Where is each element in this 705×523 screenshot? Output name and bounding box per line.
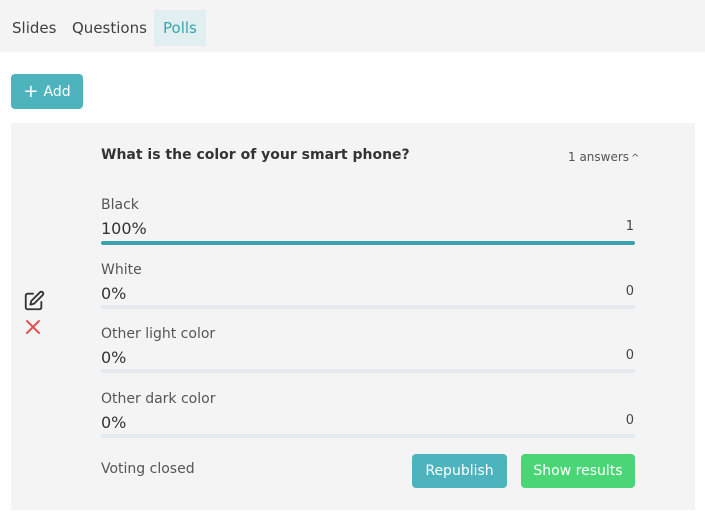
plus-icon: + <box>23 80 39 102</box>
answers-toggle[interactable]: 1 answers ^ <box>568 150 639 164</box>
tab-bar: Slides Questions Polls <box>0 0 705 52</box>
option-bar <box>101 305 635 309</box>
tab-slides[interactable]: Slides <box>12 10 56 46</box>
option-count: 0 <box>625 413 634 428</box>
voting-status: Voting closed <box>101 461 195 477</box>
option-label: Black <box>101 197 139 213</box>
option-percent: 100% <box>101 219 147 238</box>
add-button[interactable]: + Add <box>11 74 83 109</box>
option-percent: 0% <box>101 348 127 367</box>
poll-card <box>11 123 695 510</box>
show-results-button[interactable]: Show results <box>521 454 635 488</box>
tab-polls[interactable]: Polls <box>154 10 206 46</box>
option-count: 0 <box>625 348 634 363</box>
option-percent: 0% <box>101 284 127 303</box>
option-bar <box>101 241 635 245</box>
option-count: 1 <box>625 219 634 234</box>
answers-count: 1 answers <box>568 150 630 164</box>
option-label: White <box>101 262 142 278</box>
option-percent: 0% <box>101 413 127 432</box>
edit-icon[interactable] <box>23 290 45 312</box>
add-button-label: Add <box>43 83 71 100</box>
republish-button[interactable]: Republish <box>412 454 507 488</box>
option-label: Other light color <box>101 326 216 342</box>
close-icon[interactable] <box>25 319 41 335</box>
chevron-up-icon: ^ <box>631 153 640 164</box>
option-label: Other dark color <box>101 391 216 407</box>
option-bar <box>101 434 635 438</box>
poll-question: What is the color of your smart phone? <box>101 147 410 163</box>
option-count: 0 <box>625 284 634 299</box>
option-bar-fill <box>101 241 635 245</box>
tab-questions[interactable]: Questions <box>72 10 147 46</box>
option-bar <box>101 369 635 373</box>
